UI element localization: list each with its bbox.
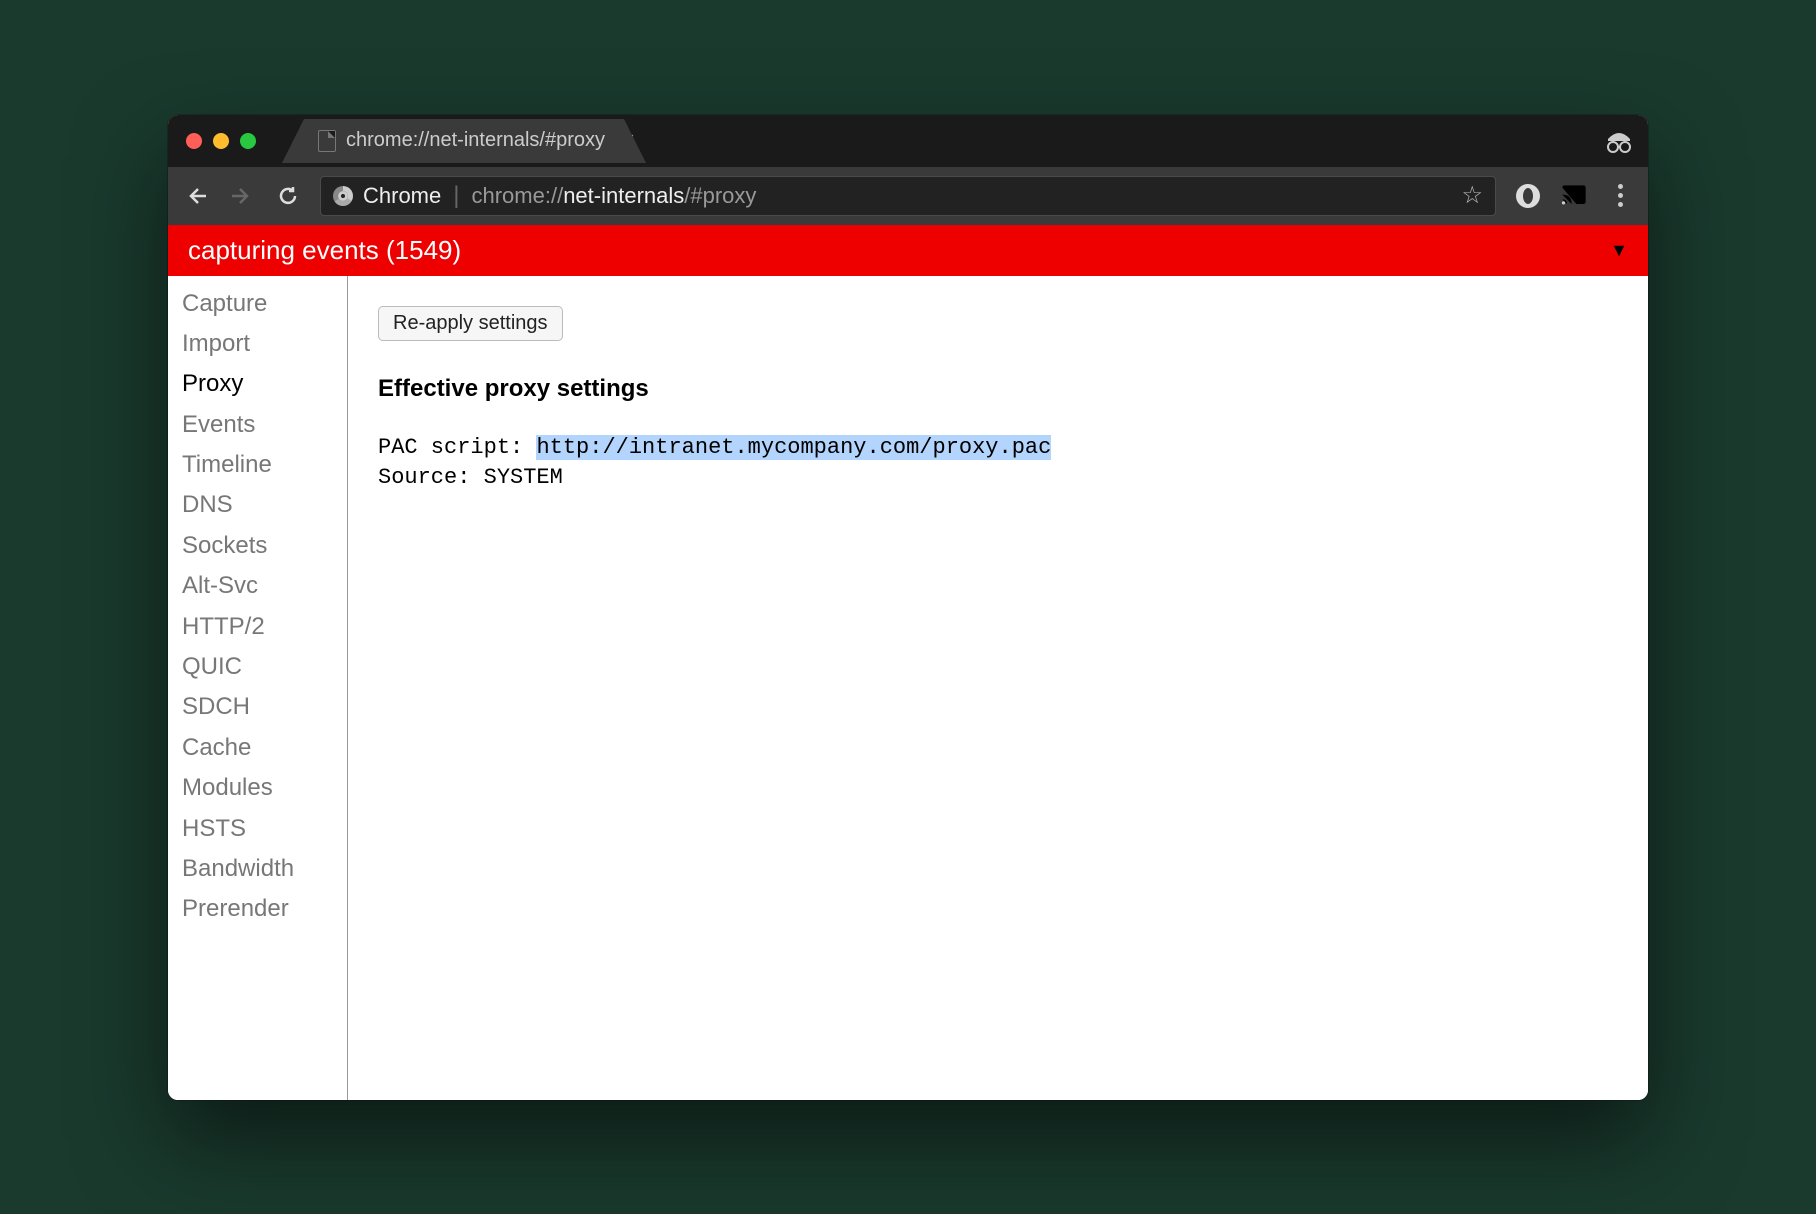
sidebar-item-alt-svc[interactable]: Alt-Svc — [182, 566, 347, 606]
cast-icon[interactable] — [1560, 182, 1588, 210]
tab-close-icon[interactable]: × — [623, 129, 635, 152]
window-minimize-button[interactable] — [213, 133, 229, 149]
titlebar: chrome://net-internals/#proxy × — [168, 115, 1648, 167]
capture-status-banner[interactable]: capturing events (1549) ▼ — [168, 225, 1648, 276]
browser-window: chrome://net-internals/#proxy × Chrome |… — [168, 115, 1648, 1100]
pac-script-url[interactable]: http://intranet.mycompany.com/proxy.pac — [536, 435, 1051, 460]
extension-icon[interactable] — [1514, 182, 1542, 210]
sidebar-item-bandwidth[interactable]: Bandwidth — [182, 849, 347, 889]
toolbar: Chrome | chrome://net-internals/#proxy ☆ — [168, 167, 1648, 225]
proxy-source-line: Source: SYSTEM — [378, 465, 563, 490]
omnibox-url-suffix: /#proxy — [684, 183, 756, 208]
omnibox-url-host: net-internals — [563, 183, 684, 208]
chrome-icon — [333, 186, 353, 206]
reload-button[interactable] — [274, 182, 302, 210]
sidebar-item-timeline[interactable]: Timeline — [182, 445, 347, 485]
sidebar-item-sockets[interactable]: Sockets — [182, 526, 347, 566]
pac-script-label: PAC script: — [378, 435, 536, 460]
omnibox-scheme-label: Chrome — [363, 183, 441, 209]
forward-button[interactable] — [228, 182, 256, 210]
proxy-settings-block: PAC script: http://intranet.mycompany.co… — [378, 433, 1618, 495]
sidebar-item-hsts[interactable]: HSTS — [182, 809, 347, 849]
menu-button[interactable] — [1606, 182, 1634, 210]
sidebar-item-cache[interactable]: Cache — [182, 728, 347, 768]
main-content: Re-apply settings Effective proxy settin… — [348, 276, 1648, 1100]
sidebar-item-prerender[interactable]: Prerender — [182, 889, 347, 929]
sidebar-item-modules[interactable]: Modules — [182, 768, 347, 808]
sidebar-item-quic[interactable]: QUIC — [182, 647, 347, 687]
tab-title: chrome://net-internals/#proxy — [346, 129, 605, 152]
sidebar-item-http-2[interactable]: HTTP/2 — [182, 607, 347, 647]
omnibox-separator: | — [453, 182, 459, 210]
address-bar[interactable]: Chrome | chrome://net-internals/#proxy ☆ — [320, 176, 1496, 216]
window-close-button[interactable] — [186, 133, 202, 149]
reapply-settings-button[interactable]: Re-apply settings — [378, 306, 563, 341]
bookmark-star-icon[interactable]: ☆ — [1461, 181, 1483, 210]
sidebar-item-capture[interactable]: Capture — [182, 284, 347, 324]
page-body: CaptureImportProxyEventsTimelineDNSSocke… — [168, 276, 1648, 1100]
back-button[interactable] — [182, 182, 210, 210]
incognito-icon — [1604, 129, 1634, 153]
banner-dropdown-icon[interactable]: ▼ — [1610, 240, 1628, 261]
sidebar-item-proxy[interactable]: Proxy — [182, 364, 347, 404]
sidebar-item-sdch[interactable]: SDCH — [182, 687, 347, 727]
omnibox-url-prefix: chrome:// — [471, 183, 563, 208]
section-heading: Effective proxy settings — [378, 375, 1618, 403]
sidebar-item-dns[interactable]: DNS — [182, 485, 347, 525]
window-controls — [186, 133, 256, 149]
omnibox-url: chrome://net-internals/#proxy — [471, 183, 756, 209]
capture-status-text: capturing events (1549) — [188, 235, 461, 266]
browser-tab[interactable]: chrome://net-internals/#proxy × — [304, 119, 624, 163]
window-maximize-button[interactable] — [240, 133, 256, 149]
page-icon — [318, 130, 336, 152]
sidebar: CaptureImportProxyEventsTimelineDNSSocke… — [168, 276, 348, 1100]
sidebar-item-events[interactable]: Events — [182, 405, 347, 445]
sidebar-item-import[interactable]: Import — [182, 324, 347, 364]
